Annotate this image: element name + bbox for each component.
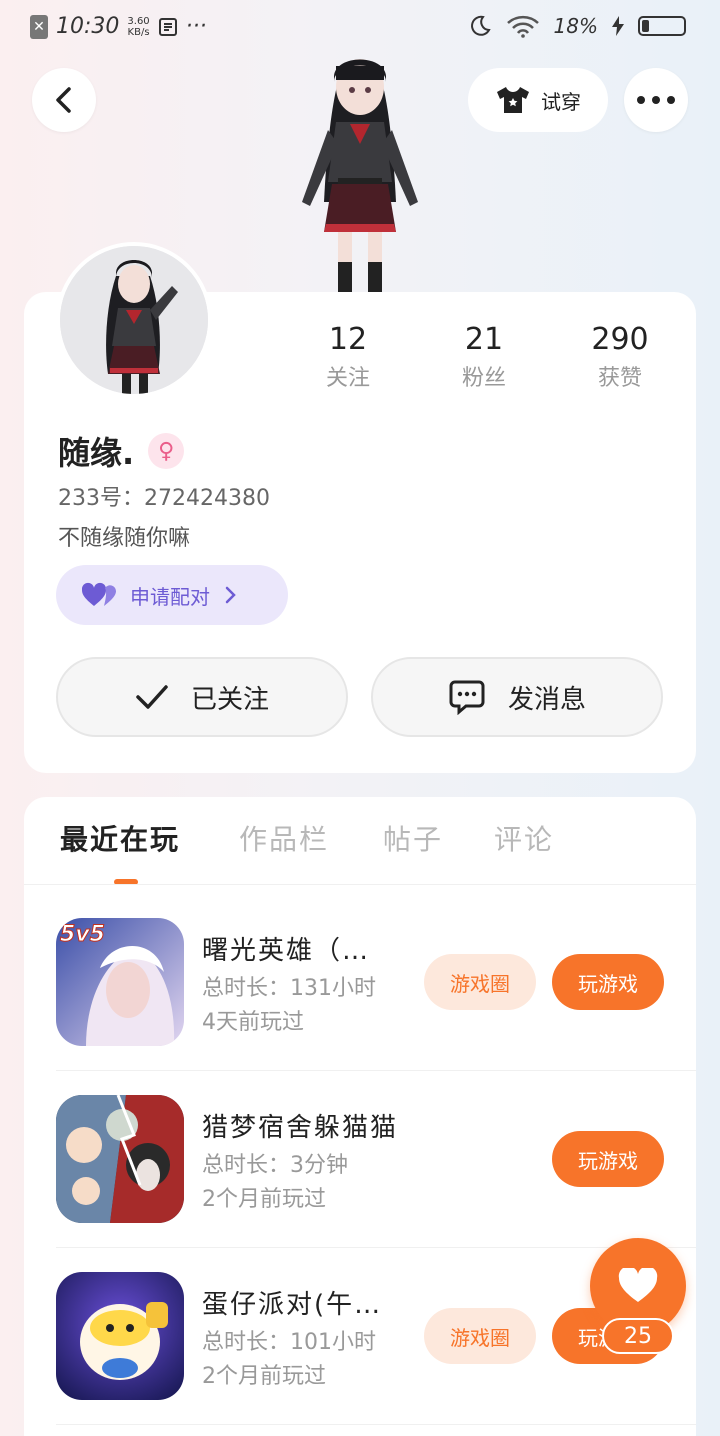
- game-circle-button[interactable]: 游戏圈: [424, 954, 536, 1010]
- nickname-row: 随缘. ♀: [58, 428, 185, 474]
- stat-likes-value: 290: [591, 322, 649, 357]
- net-speed-unit: KB/s: [127, 26, 150, 38]
- row-divider: [56, 1070, 696, 1071]
- nickname: 随缘.: [58, 434, 135, 472]
- game-circle-button[interactable]: 游戏圈: [424, 1308, 536, 1364]
- chat-bubble-icon: [449, 680, 485, 715]
- tab-comments[interactable]: 评论: [494, 818, 554, 858]
- tab-works[interactable]: 作品栏: [239, 818, 329, 858]
- character-avatar-figure[interactable]: [280, 52, 440, 292]
- game-last-played: 4天前玩过: [202, 1010, 304, 1035]
- stat-following-label: 关注: [325, 366, 370, 391]
- net-speed: 3.60 KB/s: [127, 16, 149, 38]
- tab-recently-played[interactable]: 最近在玩: [60, 818, 180, 858]
- stat-fans-value: 21: [464, 322, 504, 357]
- game-name: 曙光英雄（…: [202, 936, 371, 966]
- game-name: 蛋仔派对(午…: [202, 1290, 383, 1320]
- followed-label: 已关注: [190, 684, 269, 715]
- play-game-button[interactable]: 玩游戏: [552, 954, 664, 1010]
- moon-icon: [470, 15, 491, 36]
- game-last-played: 2个月前玩过: [202, 1187, 326, 1212]
- shirt-icon: [497, 87, 529, 113]
- like-count-badge: 25: [602, 1318, 674, 1354]
- status-bar-right: 18%: [468, 14, 686, 38]
- apply-pair-button[interactable]: 申请配对: [56, 565, 288, 625]
- chevron-right-icon: [225, 586, 236, 604]
- game-duration: 总时长：131小时: [202, 976, 376, 1001]
- try-on-button[interactable]: 试穿: [468, 68, 608, 132]
- game-duration: 总时长：3分钟: [202, 1153, 348, 1178]
- avatar-figure: [60, 246, 208, 394]
- game-icon-art: [56, 1095, 184, 1223]
- back-button[interactable]: [32, 68, 96, 132]
- game-icon-eggy-party[interactable]: [56, 1272, 184, 1400]
- stat-fans-label: 粉丝: [461, 366, 506, 391]
- wifi-icon: [506, 15, 539, 38]
- avatar[interactable]: [56, 242, 212, 398]
- battery-icon: [638, 16, 686, 36]
- battery-percent: 18%: [553, 14, 598, 38]
- followed-button[interactable]: 已关注: [56, 657, 348, 737]
- heart-pair-icon: [82, 582, 116, 606]
- stat-likes-label: 获赞: [597, 366, 642, 391]
- game-last-played: 2个月前玩过: [202, 1364, 326, 1389]
- status-bar: ✕ 10:30 3.60 KB/s ··· 18%: [0, 0, 720, 56]
- no-sim-icon: ✕: [30, 14, 48, 39]
- tabs-divider: [24, 884, 696, 885]
- net-speed-value: 3.60: [127, 15, 150, 27]
- stat-fans[interactable]: 21 粉丝: [429, 322, 539, 392]
- send-message-label: 发消息: [507, 684, 586, 715]
- more-button[interactable]: [624, 68, 688, 132]
- check-icon: [136, 685, 168, 709]
- tab-bar: 最近在玩 作品栏 帖子 评论: [24, 818, 696, 884]
- stat-following-value: 12: [328, 322, 368, 357]
- status-dots: ···: [185, 14, 207, 39]
- app-notification-icon: [158, 17, 177, 36]
- game-name: 猎梦宿舍躲猫猫: [202, 1113, 399, 1143]
- game-icon-art: [56, 1272, 184, 1400]
- apply-pair-label: 申请配对: [130, 584, 210, 609]
- charging-icon: [612, 16, 624, 36]
- stat-following[interactable]: 12 关注: [293, 322, 403, 392]
- female-gender-icon: ♀: [148, 433, 185, 469]
- stat-likes[interactable]: 290 获赞: [565, 322, 675, 392]
- game-duration: 总时长：101小时: [202, 1330, 376, 1355]
- game-row[interactable]: 猎梦宿舍躲猫猫 总时长：3分钟 2个月前玩过 玩游戏: [56, 1095, 696, 1248]
- game-icon-dawn-hero[interactable]: 5v5: [56, 918, 184, 1046]
- row-divider: [56, 1424, 696, 1425]
- back-arrow-icon: [56, 87, 71, 113]
- tab-posts[interactable]: 帖子: [383, 818, 443, 858]
- user-id[interactable]: 233号：272424380: [58, 480, 270, 512]
- game-icon-dream-dorm[interactable]: [56, 1095, 184, 1223]
- play-game-button[interactable]: 玩游戏: [552, 1131, 664, 1187]
- try-on-label: 试穿: [541, 89, 581, 114]
- send-message-button[interactable]: 发消息: [371, 657, 663, 737]
- bio: 不随缘随你嘛: [58, 526, 191, 551]
- heart-icon: [618, 1268, 658, 1302]
- status-bar-left: ✕ 10:30 3.60 KB/s ···: [30, 14, 207, 39]
- game-icon-badge: 5v5: [60, 922, 106, 948]
- game-row[interactable]: 5v5 曙光英雄（… 总时长：131小时 4天前玩过 游戏圈 玩游戏: [56, 918, 696, 1071]
- row-divider: [56, 1247, 696, 1248]
- status-time: 10:30: [56, 14, 120, 39]
- more-dots-icon: [637, 96, 675, 104]
